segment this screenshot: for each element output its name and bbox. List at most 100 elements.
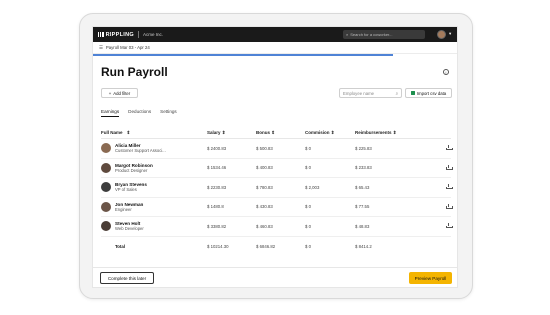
step-progress-bar [93, 54, 393, 56]
table-row[interactable]: Bryan Stevens VP of Sales $ 2230.83 $ 780… [101, 178, 453, 198]
employee-cell: Bryan Stevens VP of Sales [101, 182, 207, 193]
table-header: Full Name ⇕ Salary ⇕ Bonus ⇕ Commision ⇕ … [101, 127, 451, 139]
header-bonus[interactable]: Bonus ⇕ [256, 130, 305, 136]
row-actions [439, 203, 453, 210]
header-salary[interactable]: Salary ⇕ [207, 130, 256, 136]
employee-search-placeholder: Employee name [343, 90, 375, 96]
global-search-input[interactable]: ⌕ Search for a coworker... [343, 30, 425, 39]
header-commission[interactable]: Commision ⇕ [305, 130, 355, 136]
download-icon[interactable] [446, 145, 453, 151]
plus-icon: + [108, 90, 112, 96]
employee-search-input[interactable]: Employee name ⌕ [339, 88, 402, 98]
add-filter-button[interactable]: + Add filter [101, 88, 138, 98]
total-label: Total [115, 243, 125, 249]
company-name[interactable]: Acme Inc. [143, 32, 163, 37]
download-icon[interactable] [446, 203, 453, 209]
avatar [101, 221, 111, 232]
top-navbar: RIPPLING Acme Inc. ⌕ Search for a cowork… [93, 27, 457, 42]
payroll-table: Full Name ⇕ Salary ⇕ Bonus ⇕ Commision ⇕ … [101, 127, 453, 256]
table-row[interactable]: Steven Holt Web Developer $ 3380.82 $ 460… [101, 217, 453, 237]
reimbursements-cell[interactable]: $ 225.83 [355, 146, 439, 151]
table-row[interactable]: Alicia Miller Customer Support Associ... … [101, 139, 453, 159]
header-reimbursements[interactable]: Reimbursements ⇕ [355, 130, 439, 136]
sort-icon: ⇕ [271, 129, 276, 135]
page-title: Run Payroll [101, 65, 168, 79]
reimbursements-cell[interactable]: $ 48.83 [355, 224, 439, 229]
employee-info: Alicia Miller Customer Support Associ... [115, 143, 166, 153]
salary-cell[interactable]: $ 1480.8 [207, 204, 256, 209]
commission-cell[interactable]: $ 0 [305, 204, 355, 209]
total-reimbursements: $ 8414.2 [355, 243, 372, 249]
navbar-divider [137, 31, 139, 38]
row-actions [439, 184, 453, 190]
tab-deductions[interactable]: Deductions [128, 109, 151, 117]
download-icon[interactable] [446, 184, 453, 190]
preview-payroll-button[interactable]: Preview Payroll [409, 272, 452, 284]
download-icon[interactable] [446, 164, 453, 170]
avatar [101, 201, 111, 212]
bonus-cell[interactable]: $ 460.83 [256, 224, 305, 229]
rippling-logo[interactable]: RIPPLING [98, 32, 134, 38]
info-icon[interactable]: i [443, 69, 449, 75]
employee-role: Customer Support Associ... [115, 148, 166, 154]
commission-cell[interactable]: $ 2,003 [305, 185, 355, 190]
employee-cell: Steven Holt Web Developer [101, 221, 207, 232]
row-actions [439, 145, 453, 151]
employee-info: Jon Newman Engineer [115, 202, 143, 212]
breadcrumb: ☰ Payroll Mar 03 - Apr 24 [93, 42, 457, 54]
employee-role: Product Designer [115, 167, 148, 173]
salary-cell[interactable]: $ 1534.46 [207, 165, 256, 170]
bonus-cell[interactable]: $ 400.83 [256, 165, 305, 170]
search-icon: ⌕ [346, 32, 349, 37]
spreadsheet-icon [410, 91, 415, 95]
add-filter-label: Add filter [113, 90, 131, 96]
tab-settings[interactable]: Settings [160, 109, 177, 117]
reimbursements-cell[interactable]: $ 77.55 [355, 204, 439, 209]
download-icon[interactable] [446, 223, 453, 229]
sort-icon: ⇕ [330, 129, 335, 135]
search-icon: ⌕ [395, 90, 398, 96]
avatar [101, 182, 111, 193]
reimbursements-cell[interactable]: $ 65.43 [355, 185, 439, 190]
sort-icon: ⇕ [221, 129, 226, 135]
bonus-cell[interactable]: $ 500.83 [256, 146, 305, 151]
payroll-doc-icon: ☰ [99, 44, 103, 50]
table-row[interactable]: Margot Robinson Product Designer $ 1534.4… [101, 159, 453, 178]
salary-cell[interactable]: $ 3380.82 [207, 224, 256, 229]
salary-cell[interactable]: $ 2230.83 [207, 185, 256, 190]
brand-name: RIPPLING [105, 31, 134, 38]
total-bonus: $ 6846.82 [256, 243, 276, 249]
import-csv-button[interactable]: Import csv data [405, 88, 452, 98]
bonus-cell[interactable]: $ 430.83 [256, 204, 305, 209]
employee-info: Steven Holt Web Developer [115, 221, 144, 231]
header-label: Reimbursements [355, 129, 392, 135]
user-avatar[interactable] [437, 30, 446, 39]
total-label-cell: Total [101, 244, 207, 249]
table-row[interactable]: Jon Newman Engineer $ 1480.8 $ 430.83 $ 0… [101, 198, 453, 217]
employee-cell: Margot Robinson Product Designer [101, 162, 207, 173]
global-search-placeholder: Search for a coworker... [350, 32, 393, 37]
payroll-tabs: Earnings Deductions Settings [101, 109, 177, 117]
total-commission: $ 0 [305, 243, 311, 249]
sort-icon: ⇕ [392, 129, 397, 135]
reimbursements-cell[interactable]: $ 233.83 [355, 165, 439, 170]
import-csv-label: Import csv data [416, 90, 447, 96]
commission-cell[interactable]: $ 0 [305, 146, 355, 151]
employee-role: Web Developer [115, 226, 144, 232]
employee-info: Margot Robinson Product Designer [115, 163, 153, 173]
header-full-name[interactable]: Full Name ⇕ [101, 130, 207, 136]
row-actions [439, 223, 453, 229]
salary-cell[interactable]: $ 2400.83 [207, 146, 256, 151]
bonus-cell[interactable]: $ 780.83 [256, 185, 305, 190]
complete-later-button[interactable]: Complete this later [100, 272, 154, 284]
chevron-down-icon[interactable]: ▾ [449, 31, 451, 37]
employee-cell: Alicia Miller Customer Support Associ... [101, 143, 207, 154]
breadcrumb-label[interactable]: Payroll Mar 03 - Apr 24 [106, 45, 150, 50]
row-actions [439, 164, 453, 171]
header-label: Commision [305, 129, 330, 135]
commission-cell[interactable]: $ 0 [305, 165, 355, 170]
tab-earnings[interactable]: Earnings [101, 109, 120, 117]
employee-cell: Jon Newman Engineer [101, 201, 207, 212]
footer-bar: Complete this later Preview Payroll [93, 267, 457, 287]
commission-cell[interactable]: $ 0 [305, 224, 355, 229]
